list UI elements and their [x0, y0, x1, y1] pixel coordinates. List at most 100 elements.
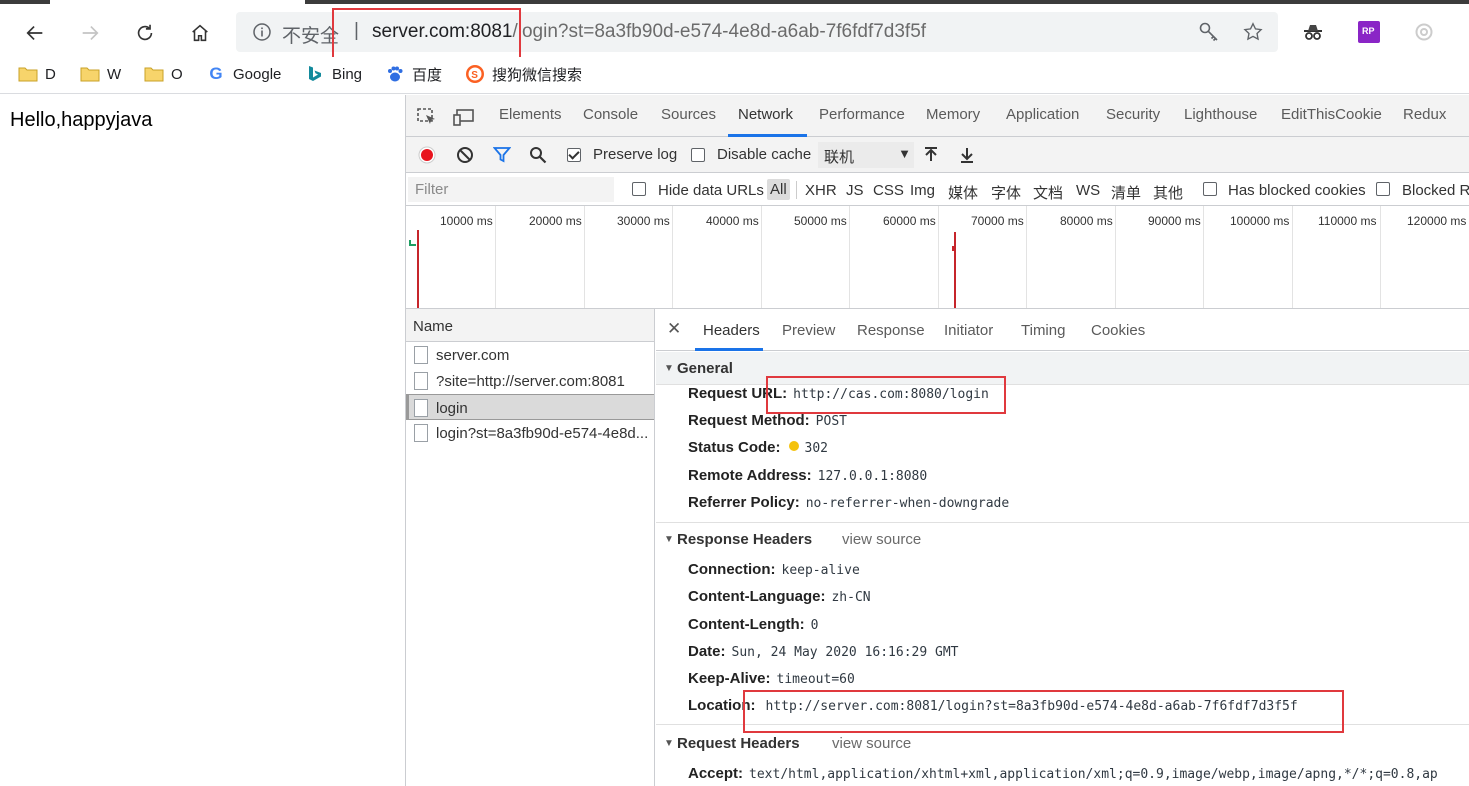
tab-cookies[interactable]: Cookies — [1091, 322, 1145, 339]
tab-sources[interactable]: Sources — [661, 106, 716, 123]
import-har-icon[interactable] — [922, 146, 940, 164]
hide-data-urls-label[interactable]: Hide data URLs — [658, 182, 764, 199]
filter-type-media[interactable]: 媒体 — [948, 182, 978, 203]
filter-type-font[interactable]: 字体 — [991, 182, 1021, 203]
filter-divider — [796, 181, 797, 199]
blocked-requests-label[interactable]: Blocked Re — [1402, 182, 1469, 199]
request-row[interactable]: server.com — [406, 342, 654, 368]
filter-input-box[interactable] — [408, 177, 614, 202]
address-bar[interactable]: 不安全 | server.com:8081/login?st=8a3fb90d-… — [236, 12, 1278, 52]
filter-type-css[interactable]: CSS — [873, 182, 904, 199]
tab-network[interactable]: Network — [738, 106, 793, 123]
tab-redux[interactable]: Redux — [1403, 106, 1446, 123]
throttling-select[interactable]: 联机 ▼ — [818, 142, 914, 168]
tab-elements[interactable]: Elements — [499, 106, 562, 123]
browser-toolbar: 不安全 | server.com:8081/login?st=8a3fb90d-… — [0, 7, 1469, 57]
response-headers-section-header[interactable]: ▼ Response Headers view source — [656, 523, 1469, 556]
filter-type-all[interactable]: All — [767, 179, 790, 200]
tab-initiator[interactable]: Initiator — [944, 322, 993, 339]
tab-editthiscookie[interactable]: EditThisCookie — [1281, 106, 1382, 123]
request-headers-section-header[interactable]: ▼ Request Headers view source — [656, 727, 1469, 760]
filter-type-manifest[interactable]: 清单 — [1111, 182, 1141, 203]
tab-headers[interactable]: Headers — [703, 322, 760, 339]
bookmark-star-icon[interactable] — [1242, 21, 1264, 43]
tab-performance[interactable]: Performance — [819, 106, 905, 123]
forward-button[interactable] — [74, 17, 106, 49]
throttling-value: 联机 — [824, 149, 855, 166]
info-icon[interactable] — [252, 22, 272, 42]
general-section-header[interactable]: ▼ General — [656, 352, 1469, 385]
view-source-link[interactable]: view source — [842, 531, 921, 548]
tab-response[interactable]: Response — [857, 322, 925, 339]
bookmark-folder-o[interactable]: O — [144, 63, 183, 85]
filter-type-doc[interactable]: 文档 — [1033, 182, 1063, 203]
view-source-link[interactable]: view source — [832, 735, 911, 752]
bookmarks-bar: D W O G Google Bing 百度 S 搜狗微信搜索 — [0, 57, 1469, 94]
timeline-gridline — [1115, 206, 1116, 308]
tab-lighthouse[interactable]: Lighthouse — [1184, 106, 1257, 123]
bookmark-bing[interactable]: Bing — [305, 63, 362, 85]
filter-type-other[interactable]: 其他 — [1153, 182, 1183, 203]
tab-timing[interactable]: Timing — [1021, 322, 1065, 339]
filter-type-img[interactable]: Img — [910, 182, 935, 199]
tab-strip — [0, 0, 1469, 7]
header-value: zh-CN — [831, 590, 871, 605]
header-value: 302 — [804, 441, 828, 456]
network-timeline[interactable]: 10000 ms 20000 ms 30000 ms 40000 ms 5000… — [406, 206, 1469, 309]
blocked-requests-checkbox[interactable] — [1376, 182, 1390, 196]
filter-type-js[interactable]: JS — [846, 182, 864, 199]
record-icon[interactable] — [418, 146, 436, 164]
preserve-log-checkbox[interactable] — [567, 148, 581, 162]
bookmark-folder-d[interactable]: D — [18, 63, 56, 85]
bookmark-sogou[interactable]: S 搜狗微信搜索 — [465, 63, 582, 85]
bookmark-folder-w[interactable]: W — [80, 63, 121, 85]
request-row[interactable]: ?site=http://server.com:8081 — [406, 368, 654, 394]
search-icon[interactable] — [529, 146, 547, 164]
key-icon[interactable] — [1198, 21, 1220, 43]
has-blocked-cookies-checkbox[interactable] — [1203, 182, 1217, 196]
timeline-gridline — [1380, 206, 1381, 308]
inspect-element-icon[interactable] — [416, 107, 438, 127]
has-blocked-cookies-label[interactable]: Has blocked cookies — [1228, 182, 1366, 199]
disable-cache-label[interactable]: Disable cache — [717, 146, 811, 163]
request-row[interactable]: login?st=8a3fb90d-e574-4e8d... — [406, 420, 654, 446]
timeline-tick: 20000 ms — [529, 214, 582, 228]
filter-type-xhr[interactable]: XHR — [805, 182, 837, 199]
header-row-content-length: Content-Length: 0 — [688, 616, 818, 633]
tab-console[interactable]: Console — [583, 106, 638, 123]
hide-data-urls-checkbox[interactable] — [632, 182, 646, 196]
header-value: keep-alive — [781, 563, 860, 578]
filter-icon[interactable] — [493, 146, 511, 164]
timeline-tick: 30000 ms — [617, 214, 670, 228]
close-icon[interactable]: ✕ — [667, 319, 681, 339]
clear-icon[interactable] — [456, 146, 474, 164]
url-text[interactable]: server.com:8081/login?st=8a3fb90d-e574-4… — [372, 21, 926, 43]
export-har-icon[interactable] — [958, 146, 976, 164]
bookmark-baidu[interactable]: 百度 — [385, 63, 442, 85]
tab-preview[interactable]: Preview — [782, 322, 835, 339]
home-button[interactable] — [184, 17, 216, 49]
request-row-selected[interactable]: login — [406, 394, 654, 420]
tab-strip-edge — [0, 0, 50, 4]
bookmark-google[interactable]: G Google — [206, 63, 281, 85]
details-tab-bar: ✕ Headers Preview Response Initiator Tim… — [656, 309, 1469, 351]
filter-input[interactable] — [408, 177, 614, 202]
settings-extension-icon[interactable] — [1413, 21, 1435, 43]
page-text: Hello,happyjava — [10, 109, 153, 131]
tab-security[interactable]: Security — [1106, 106, 1160, 123]
tab-application[interactable]: Application — [1006, 106, 1079, 123]
device-toolbar-icon[interactable] — [453, 107, 475, 127]
incognito-extension-icon[interactable] — [1302, 21, 1324, 43]
tab-memory[interactable]: Memory — [926, 106, 980, 123]
disable-cache-checkbox[interactable] — [691, 148, 705, 162]
folder-icon — [144, 65, 164, 83]
bookmark-label: O — [171, 65, 183, 83]
rp-extension-icon[interactable]: RP — [1358, 21, 1380, 43]
reload-button[interactable] — [129, 17, 161, 49]
preserve-log-label[interactable]: Preserve log — [593, 146, 677, 163]
timeline-tick: 100000 ms — [1230, 214, 1290, 228]
request-list-header[interactable]: Name — [406, 309, 654, 342]
timeline-tick: 60000 ms — [883, 214, 936, 228]
back-button[interactable] — [19, 17, 51, 49]
filter-type-ws[interactable]: WS — [1076, 182, 1100, 199]
